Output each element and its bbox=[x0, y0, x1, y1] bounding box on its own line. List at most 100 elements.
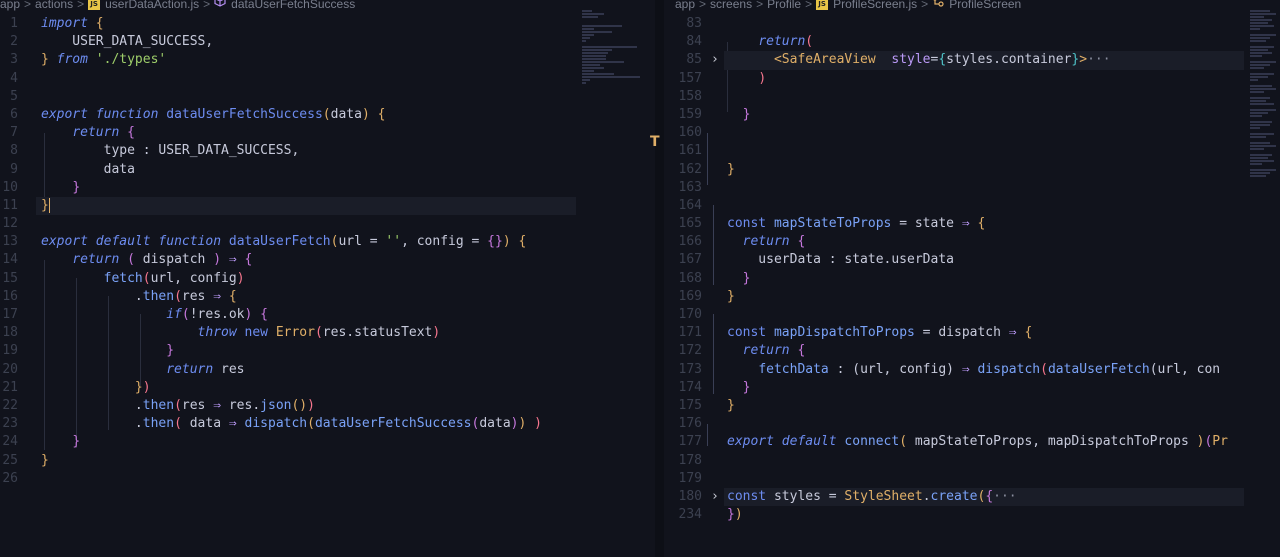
code-token: {} bbox=[487, 234, 503, 250]
line-code: const mapStateToProps = state ⇒ { bbox=[727, 215, 985, 233]
line-number: 23 bbox=[2, 416, 18, 432]
breadcrumb-folder[interactable]: app bbox=[0, 0, 20, 11]
code-token: ( bbox=[174, 288, 182, 304]
chevron-right-icon: > bbox=[24, 0, 32, 11]
code-token: data bbox=[41, 161, 135, 177]
line-code: const mapDispatchToProps = dispatch ⇒ { bbox=[727, 324, 1032, 342]
code-token: res. bbox=[221, 397, 261, 413]
line-number: 168 bbox=[678, 270, 702, 286]
code-token: } bbox=[166, 343, 175, 359]
line-code: export function dataUserFetchSuccess(dat… bbox=[41, 106, 385, 124]
left-minimap[interactable] bbox=[582, 10, 642, 85]
code-token: create bbox=[930, 488, 978, 504]
code-token: : (url, config) bbox=[828, 361, 962, 377]
code-token: ( bbox=[174, 416, 182, 432]
code-token: json bbox=[260, 397, 292, 413]
code-token: ) bbox=[142, 379, 151, 395]
code-token: ) bbox=[734, 507, 743, 523]
code-token: ( bbox=[805, 34, 814, 50]
code-token: { bbox=[1024, 325, 1033, 341]
code-token: ⇒ bbox=[961, 361, 970, 377]
line-code: export default function dataUserFetch(ur… bbox=[41, 233, 526, 251]
line-code: return ( dispatch ) ⇒ { bbox=[41, 251, 252, 269]
code-token: ⇒ bbox=[1008, 325, 1017, 341]
line-number: 234 bbox=[678, 507, 702, 523]
code-token: const bbox=[727, 488, 767, 504]
line-number: 175 bbox=[678, 397, 702, 413]
breadcrumb-folder[interactable]: screens bbox=[710, 0, 752, 11]
right-breadcrumb: app > screens > Profile > JS ProfileScreen.js > P… bbox=[675, 0, 1021, 11]
line-number: 20 bbox=[2, 361, 18, 377]
breadcrumb-file[interactable]: userDataAction.js bbox=[105, 0, 199, 11]
code-token: { bbox=[260, 307, 268, 322]
breadcrumb-symbol[interactable]: dataUserFetchSuccess bbox=[231, 0, 355, 11]
breadcrumb-symbol[interactable]: ProfileScreen bbox=[949, 0, 1021, 11]
code-token: } bbox=[727, 397, 735, 413]
code-token: ) bbox=[758, 70, 767, 86]
code-token: fetch bbox=[103, 270, 143, 286]
code-token: , config = bbox=[401, 234, 488, 250]
line-code: .then( data ⇒ dispatch(dataUserFetchSucc… bbox=[41, 415, 542, 433]
right-minimap[interactable] bbox=[1250, 10, 1278, 178]
code-token: ( bbox=[899, 434, 908, 450]
code-token: userData : state.userData bbox=[727, 252, 954, 268]
line-code: } bbox=[727, 379, 751, 397]
line-number: 8 bbox=[10, 143, 18, 159]
line-code: throw new Error(res.statusText) bbox=[41, 324, 441, 342]
line-number: 172 bbox=[678, 343, 702, 359]
line-number: 18 bbox=[2, 325, 18, 341]
line-number: 2 bbox=[10, 34, 18, 50]
breadcrumb-folder[interactable]: Profile bbox=[767, 0, 801, 11]
code-token: default bbox=[781, 434, 837, 450]
line-number: 19 bbox=[2, 343, 18, 359]
code-token: { bbox=[797, 343, 806, 359]
line-number: 84 bbox=[686, 34, 702, 50]
breadcrumb-folder[interactable]: app bbox=[675, 0, 695, 11]
line-number: 163 bbox=[678, 179, 702, 195]
line-code: return { bbox=[727, 233, 806, 251]
line-number: 22 bbox=[2, 397, 18, 413]
code-token: return bbox=[742, 343, 790, 359]
fold-chevron-icon[interactable]: › bbox=[711, 488, 719, 506]
code-token: ) bbox=[236, 270, 245, 286]
line-number: 13 bbox=[2, 234, 18, 250]
line-code: }) bbox=[727, 506, 743, 524]
chevron-right-icon: > bbox=[77, 0, 85, 11]
line-number: 157 bbox=[678, 70, 702, 86]
line-number: 14 bbox=[2, 252, 18, 268]
code-token: USER_DATA_SUCCESS, bbox=[41, 34, 214, 50]
line-code: }) bbox=[41, 379, 151, 397]
left-editor-pane[interactable]: app > actions > JS userDataAction.js > dataUser… bbox=[0, 0, 655, 557]
line-number: 26 bbox=[2, 470, 18, 486]
text-cursor-icon: T bbox=[650, 134, 660, 150]
code-token: { bbox=[95, 16, 104, 31]
code-token: return bbox=[72, 125, 120, 141]
line-number: 9 bbox=[10, 161, 18, 177]
chevron-right-icon: > bbox=[699, 0, 707, 11]
breadcrumb-file[interactable]: ProfileScreen.js bbox=[833, 0, 917, 11]
code-token: export bbox=[727, 434, 774, 450]
breadcrumb-folder[interactable]: actions bbox=[35, 0, 73, 11]
line-number: 161 bbox=[678, 143, 702, 159]
code-token: ( bbox=[142, 270, 151, 286]
line-number: 176 bbox=[678, 416, 702, 432]
code-token: { bbox=[938, 52, 947, 68]
javascript-file-icon: JS bbox=[88, 0, 101, 10]
fold-chevron-icon[interactable]: › bbox=[711, 51, 719, 69]
line-code: USER_DATA_SUCCESS, bbox=[41, 33, 213, 51]
split-divider[interactable] bbox=[655, 0, 664, 557]
right-editor-pane[interactable]: app > screens > Profile > JS ProfileScreen.js > P… bbox=[664, 0, 1280, 557]
code-token: const bbox=[727, 325, 767, 341]
